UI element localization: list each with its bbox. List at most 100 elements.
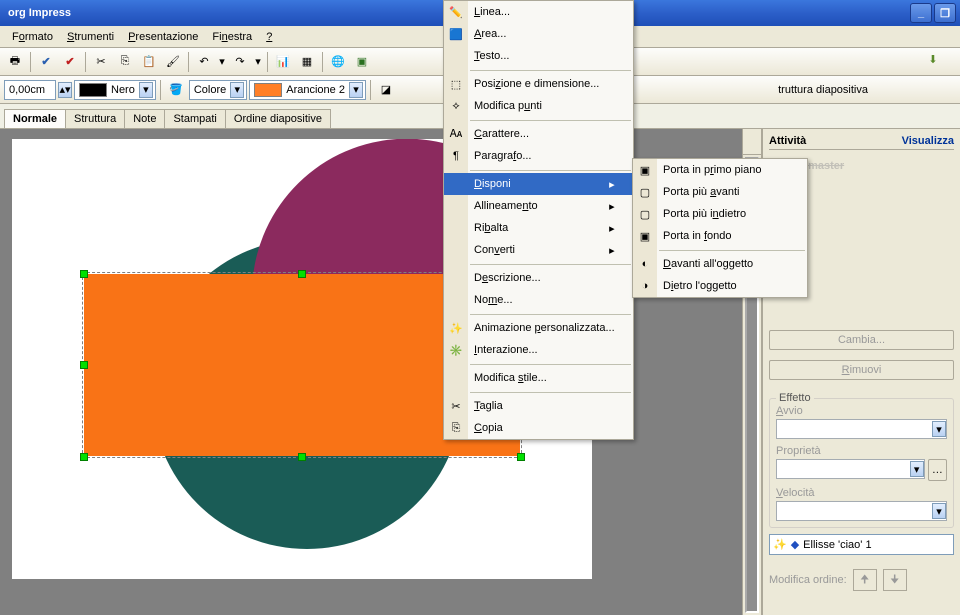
redo-button[interactable]: ↷ [229, 51, 251, 73]
slideshow-button[interactable]: ▣ [351, 51, 373, 73]
context-menu: ✏️Linea...🟦Area...Testo... ⬚Posizione e d… [443, 0, 634, 440]
context-menu-item[interactable]: 🟦Area... [444, 23, 633, 45]
resize-handle[interactable] [80, 361, 88, 369]
line-color-label: Nero [111, 84, 135, 96]
speed-dropdown[interactable]: ▾ [776, 501, 947, 521]
spellcheck-button[interactable]: ✔ [35, 51, 57, 73]
context-menu-item[interactable]: ¶Paragrafo... [444, 145, 633, 167]
menu-item-icon [444, 173, 468, 195]
change-button[interactable]: Cambia... [769, 330, 954, 350]
view-link[interactable]: Visualizza [902, 135, 954, 147]
menubar-item[interactable]: Finestra [206, 29, 258, 45]
move-down-button[interactable]: 🠋 [883, 569, 907, 591]
submenu-item[interactable]: ▢Porta più avanti [633, 181, 807, 203]
fill-color-swatch [254, 83, 282, 97]
property-dropdown[interactable]: ▾ [776, 459, 925, 479]
width-stepper[interactable]: ▴▾ [58, 82, 72, 98]
start-label: Avvio [776, 405, 947, 417]
move-up-button[interactable]: 🠉 [853, 569, 877, 591]
submenu-item[interactable]: ▣Porta in primo piano [633, 159, 807, 181]
context-menu-item[interactable]: 🗛Carattere... [444, 123, 633, 145]
menu-item-icon: ▢ [633, 181, 657, 203]
submenu-item[interactable]: ▢Porta più indietro [633, 203, 807, 225]
context-menu-item[interactable]: Ribalta▸ [444, 217, 633, 239]
window-title: org Impress [8, 7, 71, 19]
autospell-button[interactable]: ✔ [59, 51, 81, 73]
menubar-item[interactable]: Presentazione [122, 29, 204, 45]
speed-label: Velocità [776, 487, 947, 499]
context-menu-item[interactable]: Disponi▸ [444, 173, 633, 195]
view-tab[interactable]: Stampati [164, 109, 225, 128]
menu-item-icon: ▣ [633, 225, 657, 247]
submenu-item[interactable]: ◑Dietro l'oggetto [633, 275, 807, 297]
line-color-select[interactable]: Nero ▾ [74, 80, 156, 100]
hyperlink-button[interactable]: 🌐 [327, 51, 349, 73]
view-tab[interactable]: Note [124, 109, 165, 128]
menu-item-icon: ◐ [633, 253, 657, 275]
context-menu-item[interactable]: ✨Animazione personalizzata... [444, 317, 633, 339]
chevron-down-icon: ▾ [139, 82, 153, 98]
chart-button[interactable]: 📊 [272, 51, 294, 73]
fill-mode-select[interactable]: Colore ▾ [189, 80, 247, 100]
print-button[interactable]: 🖶 [4, 51, 26, 73]
resize-handle[interactable] [298, 270, 306, 278]
undo-dropdown[interactable]: ▾ [217, 51, 227, 73]
menu-item-icon: 🗛 [444, 123, 468, 145]
context-menu-item[interactable]: Converti▸ [444, 239, 633, 261]
start-dropdown[interactable]: ▾ [776, 419, 947, 439]
context-menu-item[interactable]: ⬚Posizione e dimensione... [444, 73, 633, 95]
context-menu-item[interactable]: ✏️Linea... [444, 1, 633, 23]
context-menu-item[interactable]: Nome... [444, 289, 633, 311]
context-menu-item[interactable]: ⟡Modifica punti [444, 95, 633, 117]
submenu-item[interactable]: ▣Porta in fondo [633, 225, 807, 247]
menubar-item[interactable]: Strumenti [61, 29, 120, 45]
submenu-item[interactable]: ◐Davanti all'oggetto [633, 253, 807, 275]
fill-color-label: Arancione 2 [286, 84, 345, 96]
property-extra-button[interactable]: … [928, 459, 947, 481]
download-icon[interactable]: ⬇ [922, 48, 944, 70]
menu-item-icon: ▢ [633, 203, 657, 225]
context-menu-item[interactable]: Testo... [444, 45, 633, 67]
resize-handle[interactable] [80, 453, 88, 461]
context-menu-item[interactable]: Allineamento▸ [444, 195, 633, 217]
effect-group-title: Effetto [776, 392, 814, 404]
menubar-item[interactable]: ? [260, 29, 278, 45]
table-button[interactable]: ▦ [296, 51, 318, 73]
line-width-input[interactable] [4, 80, 56, 100]
minimize-button[interactable]: _ [910, 3, 932, 23]
view-tab[interactable]: Ordine diapositive [225, 109, 331, 128]
cut-button[interactable]: ✂ [90, 51, 112, 73]
copy-button[interactable]: ⎘ [114, 51, 136, 73]
remove-button[interactable]: Rimuovi [769, 360, 954, 380]
chevron-down-icon: ▾ [349, 82, 363, 98]
menubar-item[interactable]: Formato [6, 29, 59, 45]
menu-item-icon: ✂ [444, 395, 468, 417]
resize-handle[interactable] [517, 453, 525, 461]
view-tab[interactable]: Struttura [65, 109, 125, 128]
resize-handle[interactable] [80, 270, 88, 278]
resize-handle[interactable] [298, 453, 306, 461]
view-tab[interactable]: Normale [4, 109, 66, 128]
fill-bucket-icon[interactable]: 🪣 [165, 79, 187, 101]
menu-item-icon [444, 367, 468, 389]
menu-item-icon: ⬚ [444, 73, 468, 95]
animation-icon: ✨ [773, 538, 787, 551]
paste-button[interactable]: 📋 [138, 51, 160, 73]
fill-color-select[interactable]: Arancione 2 ▾ [249, 80, 366, 100]
menu-item-icon [444, 45, 468, 67]
context-menu-item[interactable]: Descrizione... [444, 267, 633, 289]
context-menu-item[interactable]: ✳️Interazione... [444, 339, 633, 361]
context-menu-item[interactable]: Modifica stile... [444, 367, 633, 389]
context-menu-item[interactable]: ⎘Copia [444, 417, 633, 439]
menu-item-icon [444, 217, 468, 239]
maximize-button[interactable]: ❐ [934, 3, 956, 23]
context-menu-item[interactable]: ✂Taglia [444, 395, 633, 417]
menu-item-icon: ⟡ [444, 95, 468, 117]
redo-dropdown[interactable]: ▾ [253, 51, 263, 73]
format-paint-button[interactable]: 🖌 [162, 51, 184, 73]
undo-button[interactable]: ↶ [193, 51, 215, 73]
chevron-down-icon: ▾ [230, 82, 244, 98]
shadow-button[interactable]: ◪ [375, 79, 397, 101]
animation-list-item[interactable]: ✨ ◆ Ellisse 'ciao' 1 [769, 534, 954, 555]
arrange-submenu: ▣Porta in primo piano▢Porta più avanti▢P… [632, 158, 808, 298]
